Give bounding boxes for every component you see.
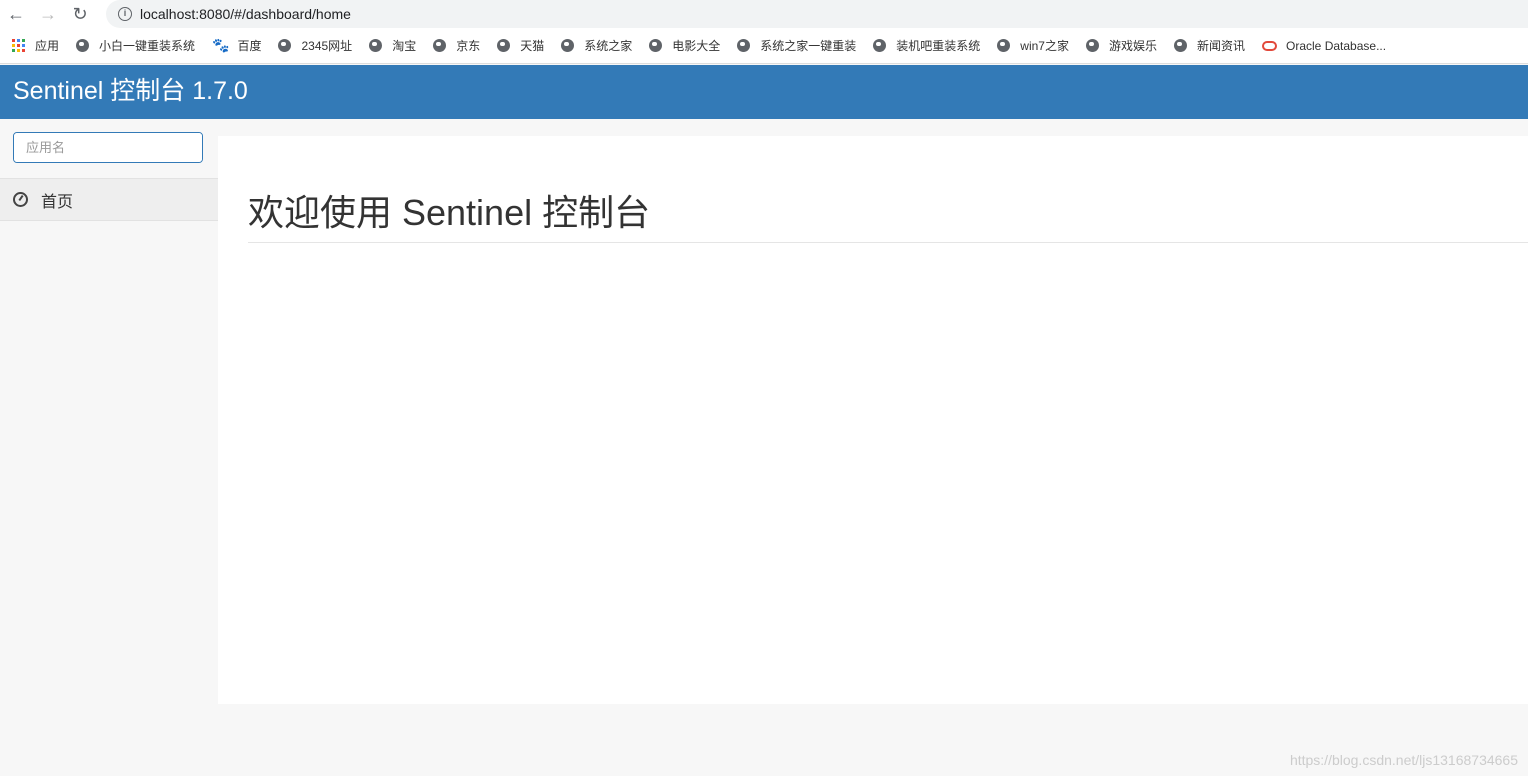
globe-icon	[76, 39, 90, 52]
bookmark-label: win7之家	[1020, 39, 1069, 53]
globe-icon	[433, 39, 447, 52]
bookmark-label: 京东	[456, 39, 481, 53]
app-title[interactable]: Sentinel 控制台 1.7.0	[13, 77, 248, 105]
globe-icon	[649, 39, 663, 52]
apps-icon	[12, 39, 25, 52]
bookmark-item[interactable]: 京东	[433, 37, 480, 54]
globe-icon	[278, 39, 292, 52]
bookmark-item[interactable]: 游戏娱乐	[1085, 37, 1157, 54]
bookmark-item[interactable]: win7之家	[997, 37, 1069, 54]
globe-icon	[997, 39, 1011, 52]
bookmarks-bar: 应用 小白一键重装系统 🐾 百度 2345网址 淘宝 京东 天猫 系统之家 电影大全 系统之家一键重…	[0, 28, 1528, 64]
app-name-input[interactable]	[14, 133, 202, 162]
bookmark-label: 天猫	[520, 39, 545, 53]
bookmark-label: 游戏娱乐	[1108, 39, 1157, 53]
dashboard-icon	[13, 192, 28, 207]
bookmark-label: 系统之家一键重装	[760, 39, 857, 53]
globe-icon	[1174, 39, 1187, 52]
app-search: 搜索	[13, 132, 203, 163]
bookmark-label: 装机吧重装系统	[896, 39, 981, 53]
bookmark-item[interactable]: 淘宝	[369, 37, 416, 54]
oracle-icon	[1262, 40, 1278, 51]
bookmark-item[interactable]: 应用	[12, 37, 59, 54]
globe-icon	[497, 39, 511, 52]
bookmark-label: 新闻资讯	[1197, 39, 1246, 53]
bookmark-label: 淘宝	[392, 39, 417, 53]
sidebar: 搜索 首页	[0, 119, 218, 776]
watermark: https://blog.csdn.net/ljs13168734665	[1289, 752, 1518, 768]
bookmark-item[interactable]: Oracle Database...	[1262, 39, 1386, 53]
app-header: Sentinel 控制台 1.7.0	[0, 65, 1528, 119]
globe-icon	[561, 39, 575, 52]
bookmark-item[interactable]: 小白一键重装系统	[76, 37, 195, 54]
info-icon[interactable]: i	[118, 7, 132, 21]
address-bar[interactable]: i localhost:8080/#/dashboard/home	[106, 0, 1528, 28]
bookmark-item[interactable]: 天猫	[497, 37, 544, 54]
bookmark-item[interactable]: 新闻资讯	[1174, 37, 1245, 54]
bookmark-item[interactable]: 🐾 百度	[212, 37, 261, 54]
bookmark-label: 应用	[35, 39, 60, 53]
bookmark-item[interactable]: 装机吧重装系统	[873, 37, 980, 54]
bookmark-item[interactable]: 电影大全	[649, 37, 720, 54]
bookmark-label: 电影大全	[672, 39, 721, 53]
forward-icon[interactable]: →	[32, 4, 64, 25]
url-text: localhost:8080/#/dashboard/home	[140, 6, 351, 22]
bookmark-label: 小白一键重装系统	[99, 39, 196, 53]
globe-icon	[873, 39, 887, 52]
bookmark-item[interactable]: 2345网址	[278, 37, 352, 54]
bookmark-item[interactable]: 系统之家一键重装	[737, 37, 856, 54]
search-button[interactable]: 搜索	[202, 133, 203, 162]
bookmark-label: 2345网址	[301, 39, 353, 53]
globe-icon	[737, 39, 751, 52]
bookmark-label: 系统之家	[584, 39, 633, 53]
sidebar-item-home[interactable]: 首页	[0, 178, 218, 221]
bookmark-item[interactable]: 系统之家	[561, 37, 632, 54]
main-content: 欢迎使用 Sentinel 控制台	[218, 136, 1528, 704]
back-icon[interactable]: ←	[0, 4, 32, 25]
page-title: 欢迎使用 Sentinel 控制台	[248, 184, 1528, 243]
bookmark-label: Oracle Database...	[1286, 38, 1387, 53]
reload-icon[interactable]: ↻	[64, 4, 96, 25]
baidu-paw-icon: 🐾	[212, 37, 230, 53]
browser-toolbar: ← → ↻ i localhost:8080/#/dashboard/home	[0, 0, 1528, 28]
sidebar-item-label: 首页	[41, 193, 74, 211]
bookmark-label: 百度	[237, 39, 262, 53]
globe-icon	[369, 39, 383, 52]
globe-icon	[1085, 39, 1099, 52]
